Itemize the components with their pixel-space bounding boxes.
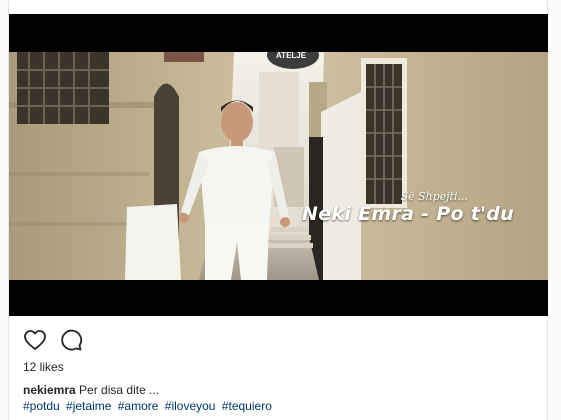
caption-username[interactable]: nekiemra [23, 383, 76, 397]
hashtag-link[interactable]: #potdu [23, 399, 60, 413]
post-caption: nekiemra Per disa dite ... [23, 382, 159, 398]
video-title-overlay: Së Shpejti... Neki Emra - Po t'du [302, 190, 514, 225]
hashtag-link[interactable]: #tequiero [222, 399, 272, 413]
likes-count[interactable]: 12 likes [23, 360, 64, 374]
hashtag-link[interactable]: #jetaime [66, 399, 111, 413]
coming-soon-text: Së Shpejti... [400, 190, 468, 203]
hashtag-link[interactable]: #amore [118, 399, 159, 413]
comment-icon[interactable] [59, 328, 83, 352]
hashtag-link[interactable]: #iloveyou [165, 399, 216, 413]
song-title-text: Neki Emra - Po t'du [302, 203, 514, 225]
post-actions [23, 328, 83, 352]
hashtag-list: #potdu #jetaime #amore #iloveyou #tequie… [23, 398, 275, 414]
post-video[interactable]: ATELJE Së Shpejti... Neki Emra - Po t'du [9, 14, 548, 316]
shop-sign-text: ATELJE [276, 52, 307, 60]
caption-text: Per disa dite ... [79, 383, 160, 397]
video-frame: ATELJE [9, 52, 548, 280]
instagram-post: ATELJE Së Shpejti... Neki Emra - Po t'du… [8, 0, 548, 420]
alley-scene [9, 52, 548, 280]
heart-icon[interactable] [23, 328, 47, 352]
